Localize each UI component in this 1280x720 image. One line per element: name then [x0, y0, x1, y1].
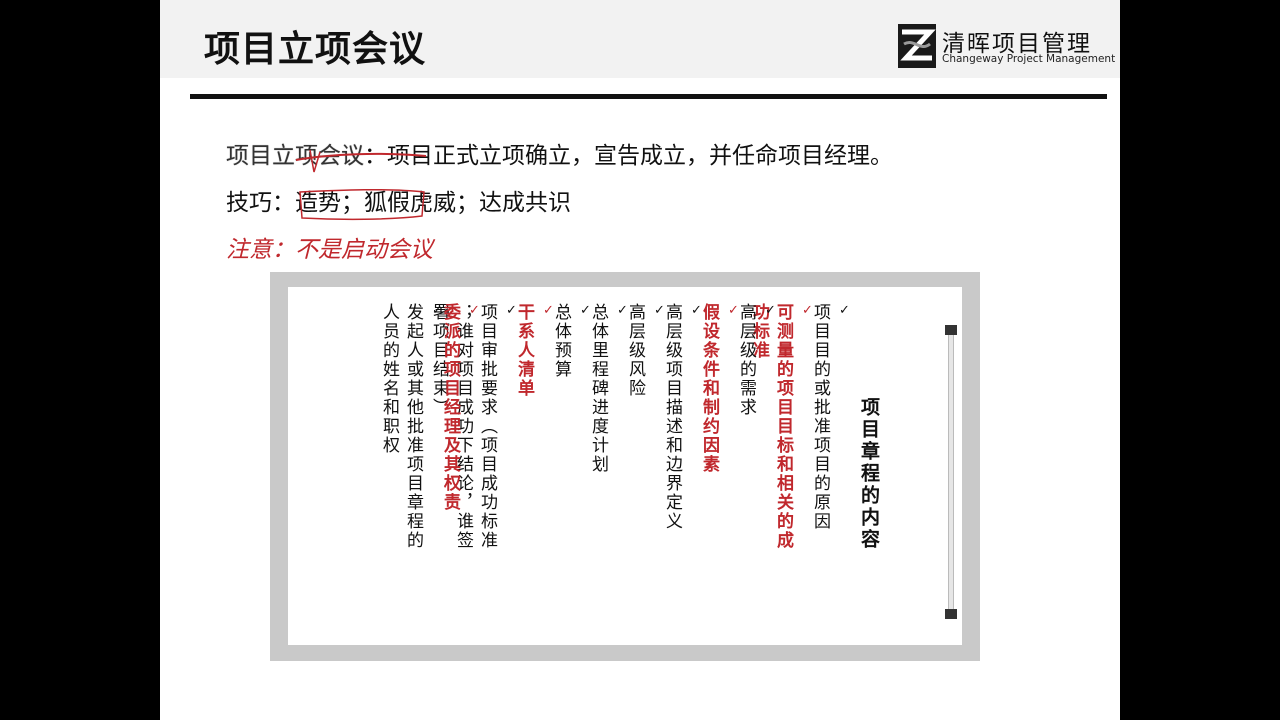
- scroll-ornament: [944, 325, 958, 619]
- check-icon: ✓: [726, 303, 741, 320]
- slide-title: 项目立项会议: [204, 29, 427, 70]
- definition-text: ：项目正式立项确立，宣告成立，并任命项目经理。: [364, 143, 893, 169]
- logo-mark-icon: [898, 24, 936, 68]
- note-line: 注意：不是启动会议: [226, 237, 433, 263]
- charter-panel: 项目章程的内容 ✓ 项目目的或批准项目的原因 ✓ 可测量的项目目标和相关的成 功标准 ✓ 高…: [270, 272, 980, 661]
- check-icon: ✓: [541, 303, 556, 320]
- check-icon: ✓: [467, 303, 482, 320]
- charter-heading: 项目章程的内容: [858, 397, 880, 551]
- logo-english-name: Changeway Project Management: [942, 53, 1116, 65]
- charter-card: 项目章程的内容 ✓ 项目目的或批准项目的原因 ✓ 可测量的项目目标和相关的成 功标准 ✓ 高…: [288, 287, 962, 645]
- check-icon: ✓: [652, 303, 667, 320]
- scroll-bar: [948, 325, 954, 619]
- title-divider: [190, 94, 1107, 99]
- charter-item-text: 发起人或其他批准项目章程的 人员的姓名和职权: [379, 303, 423, 550]
- check-icon: ✓: [837, 303, 852, 320]
- check-icon: ✓: [430, 303, 445, 320]
- scroll-bottom-cap: [945, 609, 957, 619]
- check-icon: ✓: [763, 303, 778, 320]
- check-icon: ✓: [689, 303, 704, 320]
- check-icon: ✓: [578, 303, 593, 320]
- check-icon: ✓: [800, 303, 815, 320]
- check-icon: ✓: [615, 303, 630, 320]
- slide: 项目立项会议 清晖项目管理 Changeway Project Manageme…: [160, 0, 1120, 720]
- scroll-top-cap: [945, 325, 957, 335]
- company-logo: 清晖项目管理 Changeway Project Management: [898, 22, 1115, 70]
- charter-item: ✓ 发起人或其他批准项目章程的 人员的姓名和职权: [377, 303, 449, 550]
- handwritten-annotation: [295, 149, 427, 221]
- check-icon: ✓: [504, 303, 519, 320]
